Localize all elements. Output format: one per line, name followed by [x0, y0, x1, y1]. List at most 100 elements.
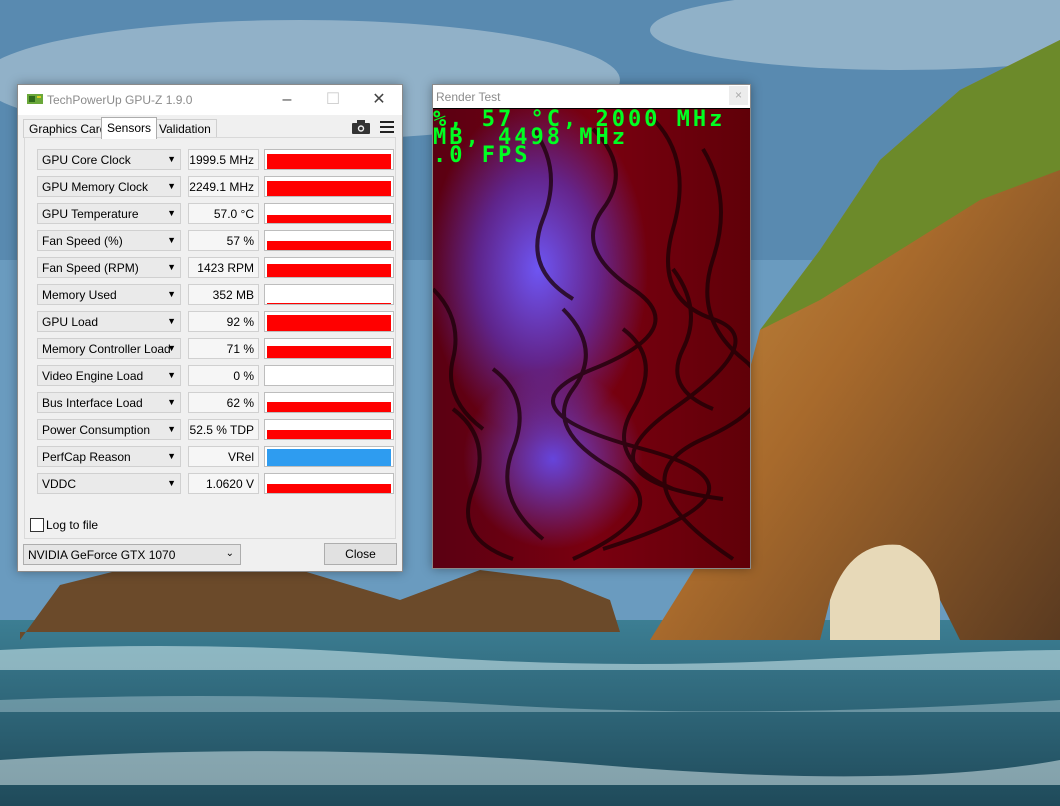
- sensor-graph: [264, 176, 394, 197]
- dropdown-arrow-icon: ▼: [167, 154, 176, 164]
- dropdown-arrow-icon: ▼: [167, 451, 176, 461]
- sensor-dropdown[interactable]: Memory Controller Load ▼: [37, 338, 181, 359]
- sensor-value: 57 %: [226, 234, 254, 248]
- gpu-card-icon: [27, 94, 43, 104]
- gpuz-title: TechPowerUp GPU-Z 1.9.0: [47, 93, 193, 107]
- sensor-row: Memory Controller Load ▼ 71 %: [37, 338, 395, 359]
- tab-graphics-card[interactable]: Graphics Card: [23, 119, 113, 138]
- sensor-value: 92 %: [226, 315, 254, 329]
- sensor-graph-fill: [267, 303, 391, 304]
- sensor-label: Memory Used: [42, 288, 117, 302]
- hamburger-menu-icon[interactable]: [380, 120, 394, 134]
- dropdown-arrow-icon: ▼: [167, 289, 176, 299]
- chevron-down-icon: ⌄: [225, 548, 234, 559]
- sensor-row: Fan Speed (%) ▼ 57 %: [37, 230, 395, 251]
- tab-validation[interactable]: Validation: [153, 119, 217, 138]
- tab-sensors[interactable]: Sensors: [101, 117, 158, 139]
- sensor-graph: [264, 365, 394, 386]
- sensor-value: 71 %: [226, 342, 254, 356]
- sensor-value-box: 352 MB: [188, 284, 259, 305]
- sensor-dropdown[interactable]: Power Consumption ▼: [37, 419, 181, 440]
- sensor-dropdown[interactable]: Memory Used ▼: [37, 284, 181, 305]
- render-test-titlebar[interactable]: Render Test ×: [433, 85, 750, 108]
- sensor-graph-fill: [267, 315, 391, 331]
- sensor-value-box: 62 %: [188, 392, 259, 413]
- sensor-value-box: 2249.1 MHz: [188, 176, 259, 197]
- sensor-dropdown[interactable]: GPU Temperature ▼: [37, 203, 181, 224]
- sensor-row: GPU Temperature ▼ 57.0 °C: [37, 203, 395, 224]
- render-test-close-button[interactable]: ×: [729, 86, 748, 105]
- sensor-graph-fill: [267, 402, 391, 412]
- gpu-select-dropdown[interactable]: NVIDIA GeForce GTX 1070 ⌄: [23, 544, 241, 565]
- sensor-label: GPU Memory Clock: [42, 180, 149, 194]
- sensor-dropdown[interactable]: Fan Speed (%) ▼: [37, 230, 181, 251]
- sensor-value: 0 %: [233, 369, 254, 383]
- dropdown-arrow-icon: ▼: [167, 181, 176, 191]
- gpuz-titlebar[interactable]: TechPowerUp GPU-Z 1.9.0 – ☐ ✕: [18, 85, 402, 115]
- sensor-dropdown[interactable]: Bus Interface Load ▼: [37, 392, 181, 413]
- dropdown-arrow-icon: ▼: [167, 262, 176, 272]
- fur-texture: [433, 117, 750, 561]
- sensor-graph-fill: [267, 449, 391, 466]
- sensor-label: GPU Load: [42, 315, 99, 329]
- sensor-graph: [264, 392, 394, 413]
- sensor-value: 1423 RPM: [197, 261, 254, 275]
- sensor-dropdown[interactable]: GPU Core Clock ▼: [37, 149, 181, 170]
- sensor-row: Power Consumption ▼ 52.5 % TDP: [37, 419, 395, 440]
- sensor-label: PerfCap Reason: [42, 450, 131, 464]
- sensor-graph: [264, 284, 394, 305]
- sensor-graph-fill: [267, 181, 391, 196]
- sensor-graph: [264, 419, 394, 440]
- sensor-label: Power Consumption: [42, 423, 151, 437]
- camera-icon[interactable]: [352, 120, 370, 134]
- sensor-value: 1.0620 V: [205, 477, 254, 491]
- sensor-value: 1999.5 MHz: [189, 153, 254, 167]
- sensor-dropdown[interactable]: VDDC ▼: [37, 473, 181, 494]
- log-to-file-label: Log to file: [46, 518, 99, 532]
- sensor-dropdown[interactable]: PerfCap Reason ▼: [37, 446, 181, 467]
- osd-line-3: .0 FPS: [433, 143, 531, 168]
- sensor-graph: [264, 230, 394, 251]
- close-window-button[interactable]: ✕: [356, 85, 402, 115]
- sensor-dropdown[interactable]: GPU Memory Clock ▼: [37, 176, 181, 197]
- render-test-title: Render Test: [436, 90, 501, 104]
- dropdown-arrow-icon: ▼: [167, 208, 176, 218]
- sensor-value: 62 %: [226, 396, 254, 410]
- render-test-window: Render Test × %, 57 °C, 2000 MHz MB, 449…: [432, 84, 751, 569]
- sensor-value-box: 57.0 °C: [188, 203, 259, 224]
- log-to-file-checkbox[interactable]: [30, 518, 44, 532]
- sensor-label: Fan Speed (%): [42, 234, 123, 248]
- sensor-dropdown[interactable]: Video Engine Load ▼: [37, 365, 181, 386]
- sensor-value-box: 71 %: [188, 338, 259, 359]
- sensor-graph-fill: [267, 484, 391, 493]
- sensor-value: VRel: [227, 450, 254, 464]
- sensor-label: Bus Interface Load: [42, 396, 143, 410]
- sensors-panel: GPU Core Clock ▼ 1999.5 MHz GPU Memory Cloc…: [24, 137, 396, 539]
- sensor-value: 52.5 % TDP: [189, 423, 254, 437]
- sensor-graph-fill: [267, 215, 391, 223]
- close-button[interactable]: Close: [324, 543, 397, 565]
- sensor-value-box: VRel: [188, 446, 259, 467]
- sensor-value-box: 0 %: [188, 365, 259, 386]
- dropdown-arrow-icon: ▼: [167, 343, 176, 353]
- sensor-row: GPU Load ▼ 92 %: [37, 311, 395, 332]
- sensor-value-box: 92 %: [188, 311, 259, 332]
- sensor-row: GPU Core Clock ▼ 1999.5 MHz: [37, 149, 395, 170]
- sensor-value-box: 57 %: [188, 230, 259, 251]
- sensor-value: 352 MB: [212, 288, 254, 302]
- sensor-label: VDDC: [42, 477, 77, 491]
- sensor-value-box: 1423 RPM: [188, 257, 259, 278]
- sensor-dropdown[interactable]: Fan Speed (RPM) ▼: [37, 257, 181, 278]
- maximize-button[interactable]: ☐: [310, 85, 356, 115]
- sensor-value-box: 1999.5 MHz: [188, 149, 259, 170]
- sensor-label: GPU Core Clock: [42, 153, 131, 167]
- minimize-button[interactable]: –: [264, 85, 310, 115]
- sensor-graph: [264, 203, 394, 224]
- sensor-dropdown[interactable]: GPU Load ▼: [37, 311, 181, 332]
- sensor-value: 2249.1 MHz: [189, 180, 254, 194]
- sensor-graph: [264, 446, 394, 467]
- dropdown-arrow-icon: ▼: [167, 424, 176, 434]
- sensor-graph: [264, 257, 394, 278]
- sensor-graph: [264, 473, 394, 494]
- dropdown-arrow-icon: ▼: [167, 397, 176, 407]
